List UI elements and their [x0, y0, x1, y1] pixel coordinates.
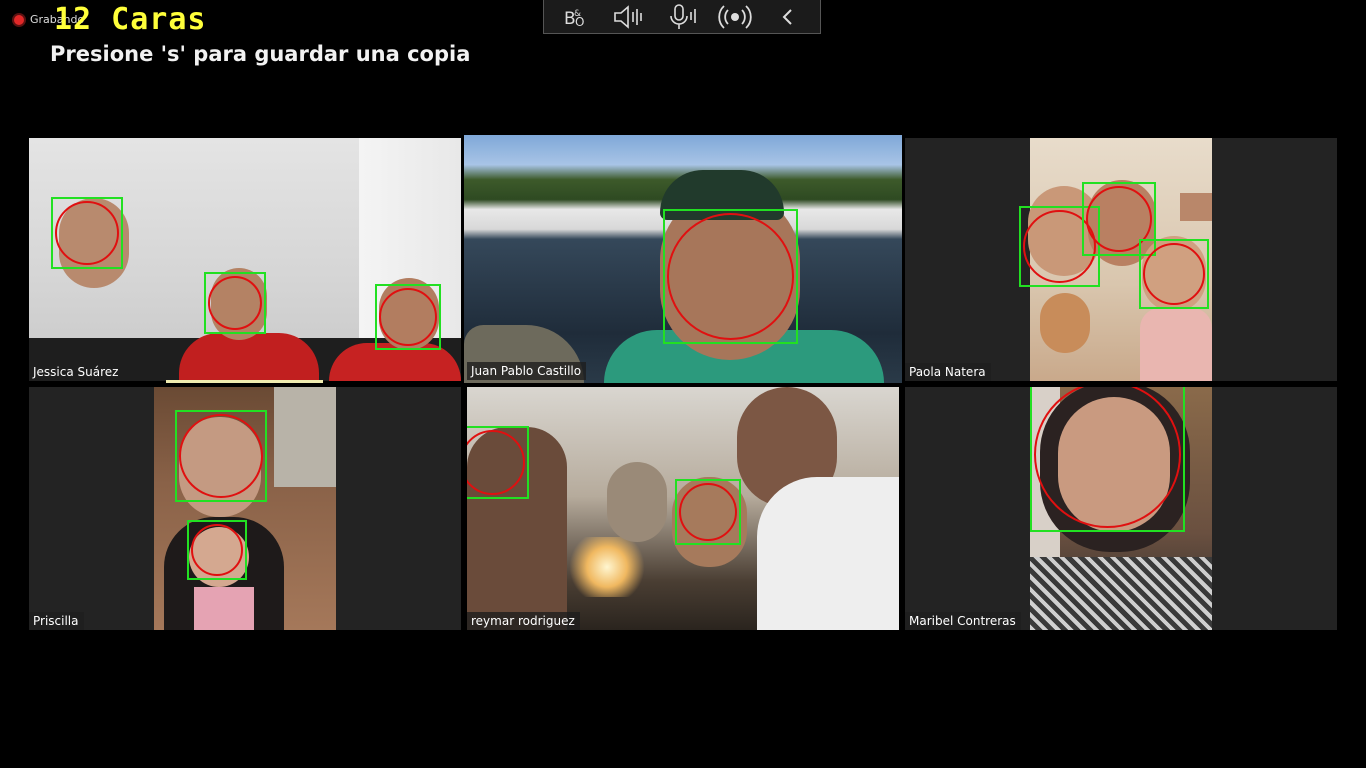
participant-name: Maribel Contreras: [905, 612, 1021, 630]
participant-name: reymar rodriguez: [467, 612, 580, 630]
record-dot-icon: [14, 14, 24, 25]
participant-name: Jessica Suárez: [29, 363, 124, 381]
face-detection-box: [1139, 239, 1209, 309]
speaker-icon[interactable]: [609, 2, 649, 32]
face-detection-box: [675, 479, 741, 545]
face-detection-box: [175, 410, 267, 502]
audio-level-bar: [166, 380, 323, 383]
face-detection-box: [663, 209, 798, 344]
save-hint: Presione 's' para guardar una copia: [50, 42, 471, 66]
chevron-left-icon[interactable]: [768, 2, 808, 32]
video-tile-priscilla[interactable]: Priscilla: [29, 387, 461, 630]
video-tile-paola[interactable]: Paola Natera: [905, 138, 1337, 381]
face-detection-box: [375, 284, 441, 350]
face-detection-box: [187, 520, 247, 580]
video-tile-maribel[interactable]: Maribel Contreras: [905, 387, 1337, 630]
video-tile-reymar[interactable]: reymar rodriguez: [467, 387, 899, 630]
participant-name: Priscilla: [29, 612, 84, 630]
face-count-title: 12 Caras: [54, 2, 207, 37]
face-detection-box: [467, 426, 529, 499]
audio-toolbar: B & O: [543, 0, 821, 34]
video-tile-juan-pablo[interactable]: Juan Pablo Castillo: [464, 135, 902, 383]
participant-name: Juan Pablo Castillo: [467, 362, 587, 380]
face-detection-box: [1030, 387, 1185, 532]
microphone-icon[interactable]: [662, 2, 702, 32]
participant-name: Paola Natera: [905, 363, 991, 381]
broadcast-icon[interactable]: [715, 2, 755, 32]
face-detection-box: [204, 272, 266, 334]
video-tile-jessica[interactable]: Jessica Suárez: [29, 138, 461, 381]
bo-logo-icon[interactable]: B & O: [556, 2, 596, 32]
face-detection-box: [51, 197, 123, 269]
svg-text:O: O: [575, 15, 584, 29]
